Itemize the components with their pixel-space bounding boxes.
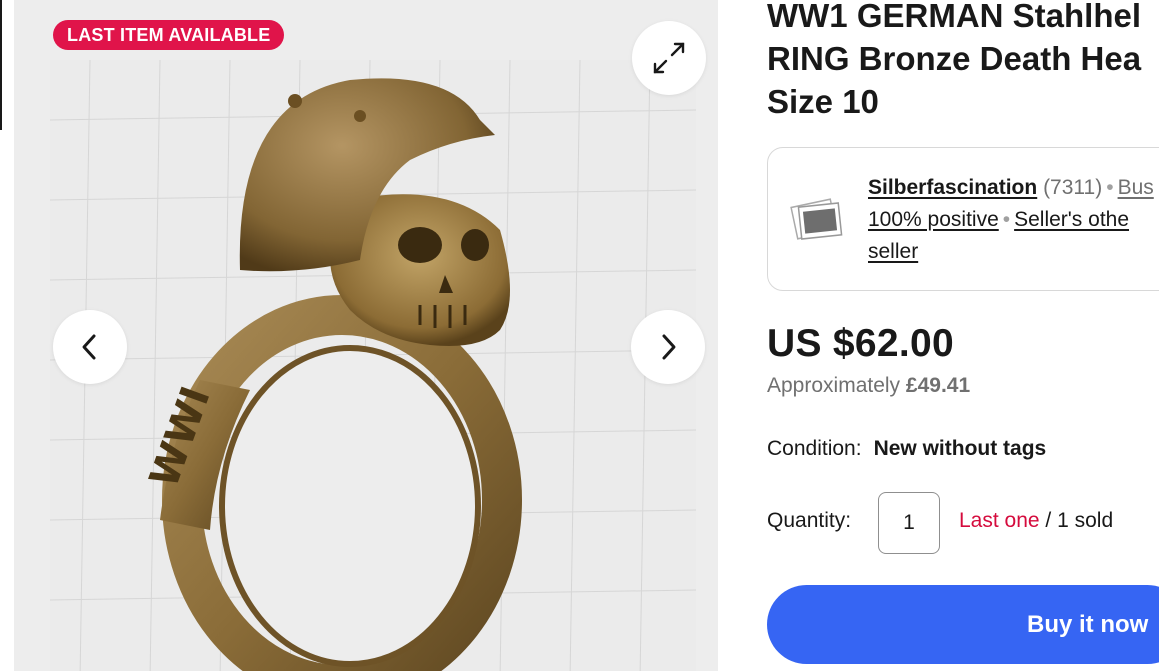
condition-value: New without tags — [873, 437, 1047, 460]
title-line-2: RING Bronze Death Hea — [767, 40, 1142, 77]
quantity-status: Last one / 1 sold — [959, 509, 1113, 533]
quantity-label: Quantity: — [767, 509, 852, 532]
condition-row: Condition: New without tags — [767, 437, 1046, 461]
product-photo[interactable]: WWI — [50, 60, 696, 671]
seller-name-link[interactable]: Silberfascination — [868, 176, 1037, 199]
approx-price: Approximately £49.41 — [767, 374, 970, 398]
previous-image-button[interactable] — [53, 310, 127, 384]
seller-type-link[interactable]: Bus — [1118, 176, 1154, 199]
sold-count: / 1 sold — [1039, 509, 1114, 532]
approx-prefix: Approximately — [767, 374, 901, 397]
photo-stack-icon — [790, 198, 843, 240]
title-line-1: WW1 GERMAN Stahlhel — [767, 0, 1142, 34]
positive-feedback-link[interactable]: 100% positive — [868, 208, 999, 231]
last-item-badge: LAST ITEM AVAILABLE — [53, 20, 285, 50]
expand-image-button[interactable] — [632, 21, 706, 95]
expand-arrows-icon — [653, 42, 685, 74]
chevron-left-icon — [82, 334, 96, 360]
chevron-right-icon — [662, 334, 676, 360]
next-image-button[interactable] — [631, 310, 705, 384]
left-edge-divider — [0, 0, 2, 130]
feedback-count: (7311) — [1043, 176, 1103, 199]
seller-info: Silberfascination (7311) • Bus 100% positi… — [868, 172, 1159, 268]
buy-it-now-button[interactable]: Buy it now — [767, 585, 1159, 664]
seller-other-items-link[interactable]: Seller's othe — [1014, 208, 1129, 231]
approx-value: £49.41 — [905, 374, 971, 397]
dot-separator: • — [1002, 208, 1011, 231]
last-one-text: Last one — [959, 509, 1040, 532]
item-price: US $62.00 — [767, 322, 954, 365]
listing-title: WW1 GERMAN Stahlhel RING Bronze Death He… — [767, 0, 1159, 123]
dot-separator: • — [1106, 176, 1114, 199]
title-line-3: Size 10 — [767, 83, 879, 120]
seller-other-items-link-cont[interactable]: seller — [868, 240, 918, 263]
condition-label: Condition: — [767, 437, 862, 460]
quantity-input[interactable]: 1 — [878, 492, 940, 554]
image-gallery[interactable]: WWI LAST ITEM AVAILABLE — [14, 0, 718, 671]
seller-card: Silberfascination (7311) • Bus 100% positi… — [767, 147, 1159, 291]
